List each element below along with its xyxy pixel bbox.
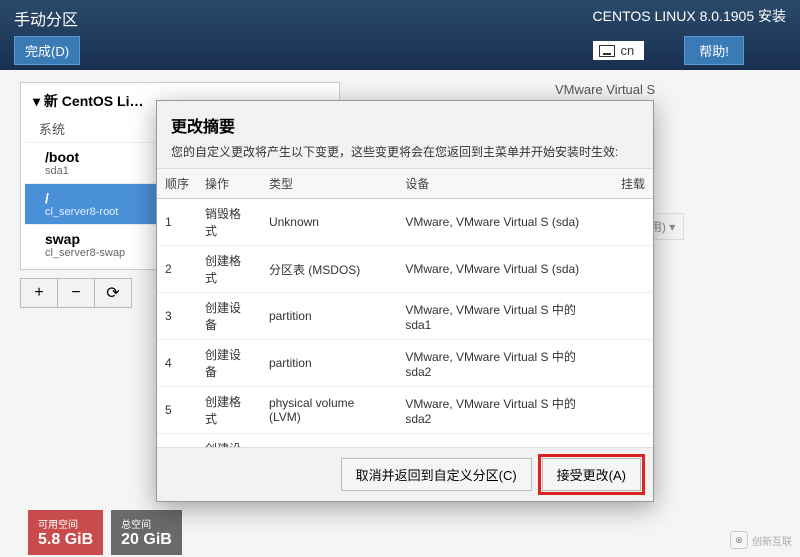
keyboard-layout-label: cn — [621, 43, 635, 58]
keyboard-icon — [599, 45, 615, 57]
available-space-badge: 可用空间 5.8 GiB — [28, 510, 103, 555]
installer-topbar: 手动分区 完成(D) CENTOS LINUX 8.0.1905 安装 cn 帮… — [0, 0, 800, 70]
watermark-text: 创新互联 — [752, 533, 792, 548]
table-row[interactable]: 1销毁格式UnknownVMware, VMware Virtual S (sd… — [157, 199, 653, 246]
table-row[interactable]: 4创建设备partitionVMware, VMware Virtual S 中… — [157, 340, 653, 387]
cell-operation: 创建设备 — [197, 293, 261, 340]
table-row[interactable]: 2创建格式分区表 (MSDOS)VMware, VMware Virtual S… — [157, 246, 653, 293]
help-button[interactable]: 帮助! — [684, 36, 744, 65]
keyboard-indicator[interactable]: cn — [593, 41, 645, 60]
cell-device: VMware, VMware Virtual S (sda) — [397, 246, 613, 293]
cell-operation: 创建格式 — [197, 246, 261, 293]
col-order[interactable]: 顺序 — [157, 169, 197, 199]
watermark-logo-icon: ⊗ — [730, 531, 748, 549]
cell-device: VMware, VMware Virtual S 中的 sda2 — [397, 340, 613, 387]
cell-operation: 创建格式 — [197, 387, 261, 434]
cell-type: partition — [261, 293, 397, 340]
disk-space-summary: 可用空间 5.8 GiB 总空间 20 GiB — [28, 510, 182, 555]
cell-device: VMware, VMware Virtual S 中的 sda1 — [397, 293, 613, 340]
cell-order: 6 — [157, 434, 197, 449]
cell-operation: 销毁格式 — [197, 199, 261, 246]
cell-operation: 创建设备 — [197, 340, 261, 387]
page-title: 手动分区 — [14, 6, 80, 30]
cell-mount — [613, 434, 653, 449]
installer-title: CENTOS LINUX 8.0.1905 安装 — [593, 6, 786, 26]
cell-mount — [613, 246, 653, 293]
table-row[interactable]: 6创建设备lvmvgcl_server8 — [157, 434, 653, 449]
total-space-label: 总空间 — [121, 516, 172, 531]
col-operation[interactable]: 操作 — [197, 169, 261, 199]
cancel-button[interactable]: 取消并返回到自定义分区(C) — [341, 458, 532, 491]
table-row[interactable]: 3创建设备partitionVMware, VMware Virtual S 中… — [157, 293, 653, 340]
cell-order: 1 — [157, 199, 197, 246]
mount-point-value: VMware Virtual S — [555, 82, 775, 97]
cell-type: Unknown — [261, 199, 397, 246]
dialog-title: 更改摘要 — [157, 101, 653, 143]
add-partition-button[interactable]: + — [20, 278, 58, 308]
changes-summary-dialog: 更改摘要 您的自定义更改将产生以下变更，这些变更将会在您返回到主菜单并开始安装时… — [156, 100, 654, 502]
col-type[interactable]: 类型 — [261, 169, 397, 199]
done-button[interactable]: 完成(D) — [14, 36, 80, 65]
available-space-label: 可用空间 — [38, 516, 93, 531]
col-mount[interactable]: 挂载 — [613, 169, 653, 199]
changes-table: 顺序 操作 类型 设备 挂载 1销毁格式UnknownVMware, VMwar… — [157, 169, 653, 448]
remove-partition-button[interactable]: − — [57, 278, 95, 308]
cell-operation: 创建设备 — [197, 434, 261, 449]
cell-order: 4 — [157, 340, 197, 387]
cell-device: cl_server8 — [397, 434, 613, 449]
cell-order: 3 — [157, 293, 197, 340]
cell-mount — [613, 340, 653, 387]
cell-mount — [613, 293, 653, 340]
cell-type: 分区表 (MSDOS) — [261, 246, 397, 293]
cell-type: partition — [261, 340, 397, 387]
watermark: ⊗ 创新互联 — [730, 531, 792, 549]
cell-device: VMware, VMware Virtual S 中的 sda2 — [397, 387, 613, 434]
total-space-badge: 总空间 20 GiB — [111, 510, 182, 555]
total-space-value: 20 GiB — [121, 531, 172, 549]
cell-mount — [613, 387, 653, 434]
cell-order: 5 — [157, 387, 197, 434]
cell-device: VMware, VMware Virtual S (sda) — [397, 199, 613, 246]
refresh-button[interactable]: ⟳ — [94, 278, 132, 308]
cell-order: 2 — [157, 246, 197, 293]
accept-changes-button[interactable]: 接受更改(A) — [542, 458, 641, 491]
col-device[interactable]: 设备 — [397, 169, 613, 199]
dialog-description: 您的自定义更改将产生以下变更，这些变更将会在您返回到主菜单并开始安装时生效: — [157, 143, 653, 168]
cell-type: physical volume (LVM) — [261, 387, 397, 434]
available-space-value: 5.8 GiB — [38, 531, 93, 549]
cell-mount — [613, 199, 653, 246]
cell-type: lvmvg — [261, 434, 397, 449]
table-row[interactable]: 5创建格式physical volume (LVM)VMware, VMware… — [157, 387, 653, 434]
